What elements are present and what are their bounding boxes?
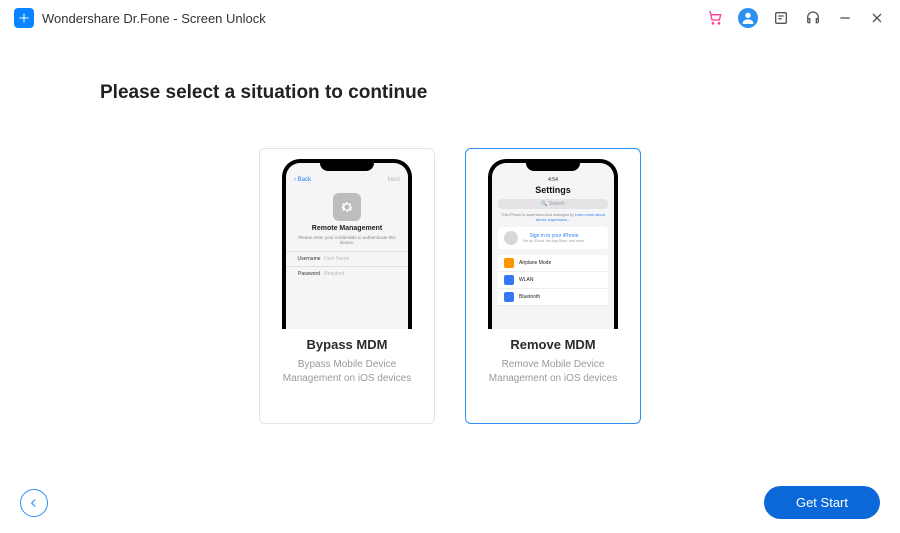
settings-search: 🔍 Search [498, 199, 608, 209]
card-desc-bypass: Bypass Mobile Device Management on iOS d… [272, 358, 422, 386]
row-bluetooth: Bluetooth [498, 289, 608, 306]
close-icon[interactable] [868, 9, 886, 27]
supervision-notice: This iPhone is supervised and managed by… [498, 213, 608, 223]
feedback-icon[interactable] [772, 9, 790, 27]
next-label: Next [388, 177, 400, 183]
cart-icon[interactable] [706, 9, 724, 27]
card-remove-mdm[interactable]: 4:54 Settings 🔍 Search This iPhone is su… [465, 148, 641, 424]
minimize-icon[interactable] [836, 9, 854, 27]
card-desc-remove: Remove Mobile Device Management on iOS d… [478, 358, 628, 386]
avatar-icon [504, 231, 518, 245]
row-airplane: Airplane Mode [498, 255, 608, 272]
rm-title: Remote Management [286, 225, 408, 233]
signin-row: Sign in to your iPhone Set up iCloud, th… [498, 227, 608, 249]
phone-mockup-bypass: ‹ Back Next Remote Management Please ent… [272, 159, 422, 329]
rm-sub: Please enter your credentials to authent… [286, 233, 408, 251]
phone-mockup-remove: 4:54 Settings 🔍 Search This iPhone is su… [478, 159, 628, 329]
gear-icon [333, 193, 361, 221]
support-icon[interactable] [804, 9, 822, 27]
card-title-bypass: Bypass MDM [272, 337, 422, 352]
card-title-remove: Remove MDM [478, 337, 628, 352]
app-logo-icon [14, 8, 34, 28]
row-wlan: WLAN [498, 272, 608, 289]
back-label: ‹ Back [294, 177, 311, 183]
titlebar: Wondershare Dr.Fone - Screen Unlock [0, 0, 900, 36]
get-start-button[interactable]: Get Start [764, 486, 880, 519]
settings-title: Settings [492, 185, 614, 197]
back-button[interactable] [20, 489, 48, 517]
page-heading: Please select a situation to continue [100, 82, 800, 104]
app-title: Wondershare Dr.Fone - Screen Unlock [42, 11, 706, 26]
card-bypass-mdm[interactable]: ‹ Back Next Remote Management Please ent… [259, 148, 435, 424]
user-icon[interactable] [738, 8, 758, 28]
